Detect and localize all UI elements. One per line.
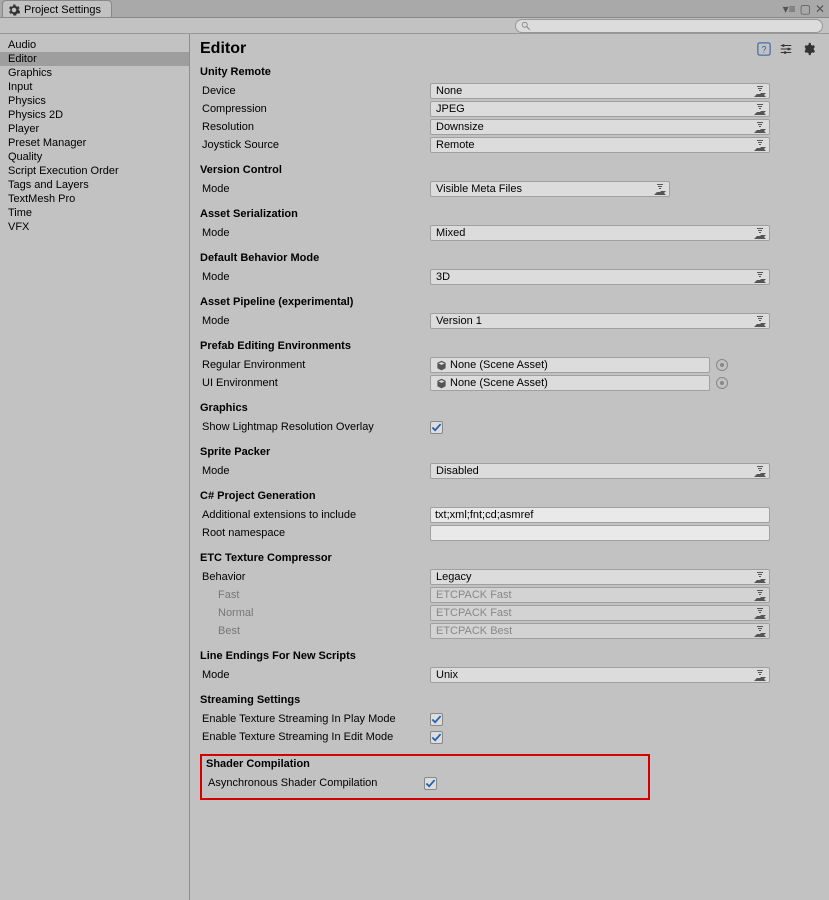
help-icon[interactable]: ? <box>757 42 771 56</box>
dropdown-le-mode[interactable]: Unix <box>430 667 770 683</box>
object-picker-icon[interactable] <box>716 359 728 371</box>
dropdown-device[interactable]: None <box>430 83 770 99</box>
section-streaming: Streaming Settings <box>200 694 815 706</box>
label-vc-mode: Mode <box>200 183 430 195</box>
dropdown-ap-mode[interactable]: Version 1 <box>430 313 770 329</box>
section-default-behavior: Default Behavior Mode <box>200 252 815 264</box>
sidebar-item-editor[interactable]: Editor <box>0 52 189 66</box>
dropdown-db-mode[interactable]: 3D <box>430 269 770 285</box>
label-compression: Compression <box>200 103 430 115</box>
objectfield-ui-env[interactable]: None (Scene Asset) <box>430 375 710 391</box>
sidebar: AudioEditorGraphicsInputPhysicsPhysics 2… <box>0 34 190 900</box>
section-prefab-env: Prefab Editing Environments <box>200 340 815 352</box>
svg-text:?: ? <box>762 45 767 55</box>
section-shader: Shader Compilation <box>206 758 644 770</box>
window-controls: ▾≡ ▢ ✕ <box>783 0 829 17</box>
sidebar-item-physics-2d[interactable]: Physics 2D <box>0 108 189 122</box>
label-sp-mode: Mode <box>200 465 430 477</box>
sidebar-item-player[interactable]: Player <box>0 122 189 136</box>
settings-sliders-icon[interactable] <box>779 42 793 56</box>
label-etc-normal: Normal <box>200 607 430 619</box>
content-panel: Editor ? Unity Remote DeviceNone Compres… <box>190 34 829 900</box>
input-rootns[interactable] <box>430 525 770 541</box>
label-etc-fast: Fast <box>200 589 430 601</box>
unity-cube-icon <box>436 378 447 389</box>
object-picker-icon[interactable] <box>716 377 728 389</box>
label-device: Device <box>200 85 430 97</box>
checkbox-async-shader[interactable] <box>424 777 437 790</box>
dropdown-compression[interactable]: JPEG <box>430 101 770 117</box>
gear-icon <box>8 4 20 16</box>
dropdown-vc-mode[interactable]: Visible Meta Files <box>430 181 670 197</box>
sidebar-item-audio[interactable]: Audio <box>0 38 189 52</box>
section-version-control: Version Control <box>200 164 815 176</box>
dock-menu-icon[interactable]: ▾≡ <box>783 3 796 15</box>
sidebar-item-physics[interactable]: Physics <box>0 94 189 108</box>
dropdown-sp-mode[interactable]: Disabled <box>430 463 770 479</box>
checkbox-lightmap[interactable] <box>430 421 443 434</box>
label-etc-best: Best <box>200 625 430 637</box>
search-input[interactable] <box>515 19 823 33</box>
objectfield-regular-env[interactable]: None (Scene Asset) <box>430 357 710 373</box>
sidebar-item-vfx[interactable]: VFX <box>0 220 189 234</box>
label-joystick: Joystick Source <box>200 139 430 151</box>
label-rootns: Root namespace <box>200 527 430 539</box>
label-as-mode: Mode <box>200 227 430 239</box>
label-ap-mode: Mode <box>200 315 430 327</box>
section-csharp: C# Project Generation <box>200 490 815 502</box>
dropdown-etc-fast: ETCPACK Fast <box>430 587 770 603</box>
section-asset-serialization: Asset Serialization <box>200 208 815 220</box>
section-unity-remote: Unity Remote <box>200 66 815 78</box>
section-line-endings: Line Endings For New Scripts <box>200 650 815 662</box>
highlight-shader-compilation: Shader Compilation Asynchronous Shader C… <box>200 754 650 800</box>
label-async-shader: Asynchronous Shader Compilation <box>206 777 424 789</box>
sidebar-item-graphics[interactable]: Graphics <box>0 66 189 80</box>
sidebar-item-textmesh-pro[interactable]: TextMesh Pro <box>0 192 189 206</box>
label-stream-edit: Enable Texture Streaming In Edit Mode <box>200 731 430 743</box>
section-graphics: Graphics <box>200 402 815 414</box>
sidebar-item-quality[interactable]: Quality <box>0 150 189 164</box>
input-extensions[interactable] <box>430 507 770 523</box>
close-icon[interactable]: ✕ <box>815 3 825 15</box>
label-lightmap: Show Lightmap Resolution Overlay <box>200 421 430 433</box>
label-regular-env: Regular Environment <box>200 359 430 371</box>
section-etc: ETC Texture Compressor <box>200 552 815 564</box>
maximize-icon[interactable]: ▢ <box>800 3 811 15</box>
checkbox-stream-edit[interactable] <box>430 731 443 744</box>
unity-cube-icon <box>436 360 447 371</box>
page-title: Editor <box>200 40 246 58</box>
checkbox-stream-play[interactable] <box>430 713 443 726</box>
dropdown-etc-best: ETCPACK Best <box>430 623 770 639</box>
section-asset-pipeline: Asset Pipeline (experimental) <box>200 296 815 308</box>
section-sprite-packer: Sprite Packer <box>200 446 815 458</box>
search-bar <box>0 18 829 34</box>
sidebar-item-script-execution-order[interactable]: Script Execution Order <box>0 164 189 178</box>
search-icon <box>521 21 531 31</box>
sidebar-item-input[interactable]: Input <box>0 80 189 94</box>
dropdown-as-mode[interactable]: Mixed <box>430 225 770 241</box>
label-resolution: Resolution <box>200 121 430 133</box>
sidebar-item-time[interactable]: Time <box>0 206 189 220</box>
sidebar-item-preset-manager[interactable]: Preset Manager <box>0 136 189 150</box>
dropdown-joystick[interactable]: Remote <box>430 137 770 153</box>
titlebar: Project Settings ▾≡ ▢ ✕ <box>0 0 829 18</box>
window-tab[interactable]: Project Settings <box>2 0 112 17</box>
window-title: Project Settings <box>24 4 101 16</box>
dropdown-resolution[interactable]: Downsize <box>430 119 770 135</box>
label-db-mode: Mode <box>200 271 430 283</box>
dropdown-etc-behavior[interactable]: Legacy <box>430 569 770 585</box>
label-ui-env: UI Environment <box>200 377 430 389</box>
label-stream-play: Enable Texture Streaming In Play Mode <box>200 713 430 725</box>
dropdown-etc-normal: ETCPACK Fast <box>430 605 770 621</box>
gear-icon[interactable] <box>801 42 815 56</box>
label-le-mode: Mode <box>200 669 430 681</box>
label-etc-behavior: Behavior <box>200 571 430 583</box>
sidebar-item-tags-and-layers[interactable]: Tags and Layers <box>0 178 189 192</box>
label-extensions: Additional extensions to include <box>200 509 430 521</box>
